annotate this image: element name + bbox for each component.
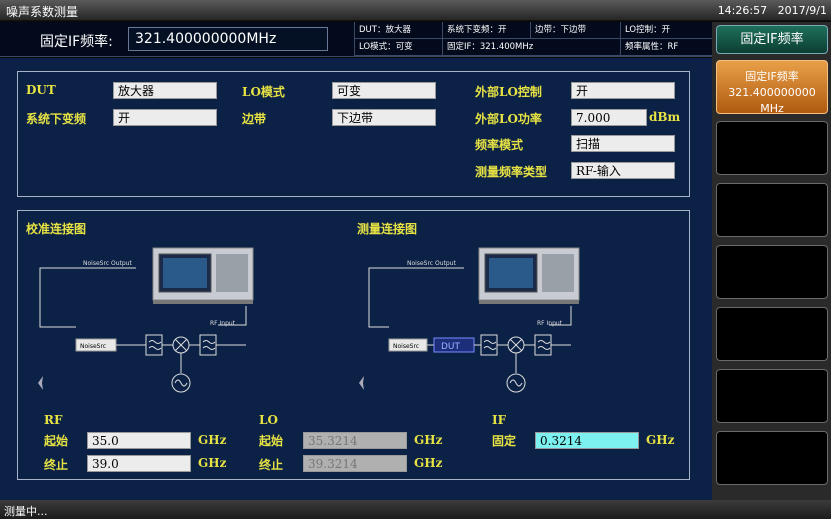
meas-connection-diagram: NoiseSrc Output NoiseSrc DUT RF Input: [359, 247, 580, 393]
clock: 14:26:57 2017/9/1: [718, 4, 827, 17]
status-lo-mode: LO模式：可变: [354, 39, 442, 56]
rf-start-label: 起始: [44, 434, 69, 448]
if-fixed-label: 固定: [492, 434, 517, 448]
ext-lo-power-label: 外部LO功率: [475, 112, 542, 126]
dut-label: DUT: [26, 83, 56, 97]
softkey-panel: 固定IF频率 固定IF频率 321.400000000 MHz: [712, 22, 831, 500]
status-bar: 测量中...: [0, 500, 831, 519]
lo-stop-label: 终止: [259, 458, 284, 472]
ext-lo-control-label: 外部LO控制: [475, 85, 542, 99]
status-freq-attr: 频率属性：RF: [620, 39, 712, 56]
lo-mode-label: LO模式: [242, 85, 285, 99]
sys-downconv-field[interactable]: 开: [113, 109, 217, 126]
freq-mode-field[interactable]: 扫描: [571, 135, 675, 152]
window-title: 噪声系数测量: [6, 5, 79, 19]
lo-stop-unit: GHz: [414, 456, 443, 470]
fixed-if-label: 固定IF频率:: [40, 34, 113, 50]
softkey-empty-3[interactable]: [716, 121, 828, 175]
dut-field[interactable]: 放大器: [113, 82, 217, 99]
title-bar: 噪声系数测量 14:26:57 2017/9/1: [0, 0, 831, 21]
lo-mode-field[interactable]: 可变: [332, 82, 436, 99]
ext-lo-control-field[interactable]: 开: [571, 82, 675, 99]
main-area: DUT 放大器 LO模式 可变 外部LO控制 开 系统下变频 开 边带 下边带 …: [0, 58, 712, 500]
softkey-empty-5[interactable]: [716, 245, 828, 299]
if-fixed-unit: GHz: [646, 433, 675, 447]
softkey-empty-4[interactable]: [716, 183, 828, 237]
sys-downconv-label: 系统下变频: [26, 112, 87, 126]
meas-freq-type-field[interactable]: RF-输入: [571, 162, 675, 179]
rf-stop-field[interactable]: 39.0: [87, 455, 191, 472]
ext-lo-power-field[interactable]: 7.000: [571, 109, 647, 126]
dut-box-label: DUT: [441, 342, 461, 352]
meas-analyzer-icon: [478, 247, 580, 304]
meas-rf-input-label: RF Input: [537, 320, 563, 327]
softkey-empty-7[interactable]: [716, 369, 828, 423]
if-filter-icon: [199, 334, 217, 356]
softkey-empty-6[interactable]: [716, 307, 828, 361]
rf-start-field[interactable]: 35.0: [87, 432, 191, 449]
status-lo-control: LO控制：开: [620, 22, 712, 39]
status-downconv: 系统下变频：开: [442, 22, 530, 39]
softkey-fixed-if-freq-value: 321.400000000 MHz: [728, 86, 816, 115]
filter-icon: [145, 334, 163, 356]
rf-start-unit: GHz: [198, 433, 227, 447]
meas-filter-icon: [480, 334, 498, 356]
clock-date: 2017/9/1: [777, 4, 827, 17]
status-grid: DUT：放大器 系统下变频：开 边带：下边带 LO控制：开 LO模式：可变 固定…: [354, 22, 712, 57]
lo-start-unit: GHz: [414, 433, 443, 447]
config-panel: DUT 放大器 LO模式 可变 外部LO控制 开 系统下变频 开 边带 下边带 …: [17, 71, 690, 197]
softkey-menu-title: 固定IF频率: [716, 25, 828, 54]
analyzer-icon: [152, 247, 254, 304]
if-fixed-field[interactable]: 0.3214: [535, 432, 639, 449]
lo-stop-field: 39.3214: [303, 455, 407, 472]
diagram-panel: 校准连接图 测量连接图 NoiseSrc Output NoiseSrc RF …: [17, 210, 690, 480]
meas-freq-type-label: 测量频率类型: [475, 165, 548, 179]
softkey-menu-title-text: 固定IF频率: [740, 32, 804, 47]
fixed-if-input[interactable]: 321.400000000MHz: [128, 27, 328, 51]
meas-noisesrc-box-label: NoiseSrc: [393, 343, 419, 350]
sideband-field[interactable]: 下边带: [332, 109, 436, 126]
rf-stop-unit: GHz: [198, 456, 227, 470]
status-fixed-if: 固定IF：321.400MHz: [442, 39, 620, 56]
lo-start-label: 起始: [259, 434, 284, 448]
rf-header: RF: [44, 413, 63, 427]
rf-stop-label: 终止: [44, 458, 69, 472]
noisesrc-output-label: NoiseSrc Output: [83, 260, 132, 267]
status-text: 测量中...: [4, 505, 48, 518]
noisesrc-box-label: NoiseSrc: [80, 343, 106, 350]
lo-start-field: 35.3214: [303, 432, 407, 449]
if-header: IF: [492, 413, 507, 427]
meas-noisesrc-output-label: NoiseSrc Output: [407, 260, 456, 267]
status-sideband: 边带：下边带: [530, 22, 620, 39]
lo-header: LO: [259, 413, 278, 427]
ext-lo-power-unit: dBm: [649, 110, 681, 124]
freq-mode-label: 频率模式: [475, 138, 524, 152]
meas-if-filter-icon: [534, 334, 552, 356]
softkey-fixed-if-freq-label: 固定IF频率: [745, 70, 799, 83]
softkey-empty-8[interactable]: [716, 431, 828, 485]
clock-time: 14:26:57: [717, 4, 768, 17]
sideband-label: 边带: [242, 112, 267, 126]
rf-input-label: RF Input: [210, 320, 236, 327]
info-bar: 固定IF频率: 321.400000000MHz DUT：放大器 系统下变频：开…: [0, 22, 712, 57]
status-dut: DUT：放大器: [354, 22, 442, 39]
cal-connection-diagram: NoiseSrc Output NoiseSrc RF Input: [38, 247, 254, 393]
softkey-fixed-if-freq[interactable]: 固定IF频率 321.400000000 MHz: [716, 60, 828, 115]
